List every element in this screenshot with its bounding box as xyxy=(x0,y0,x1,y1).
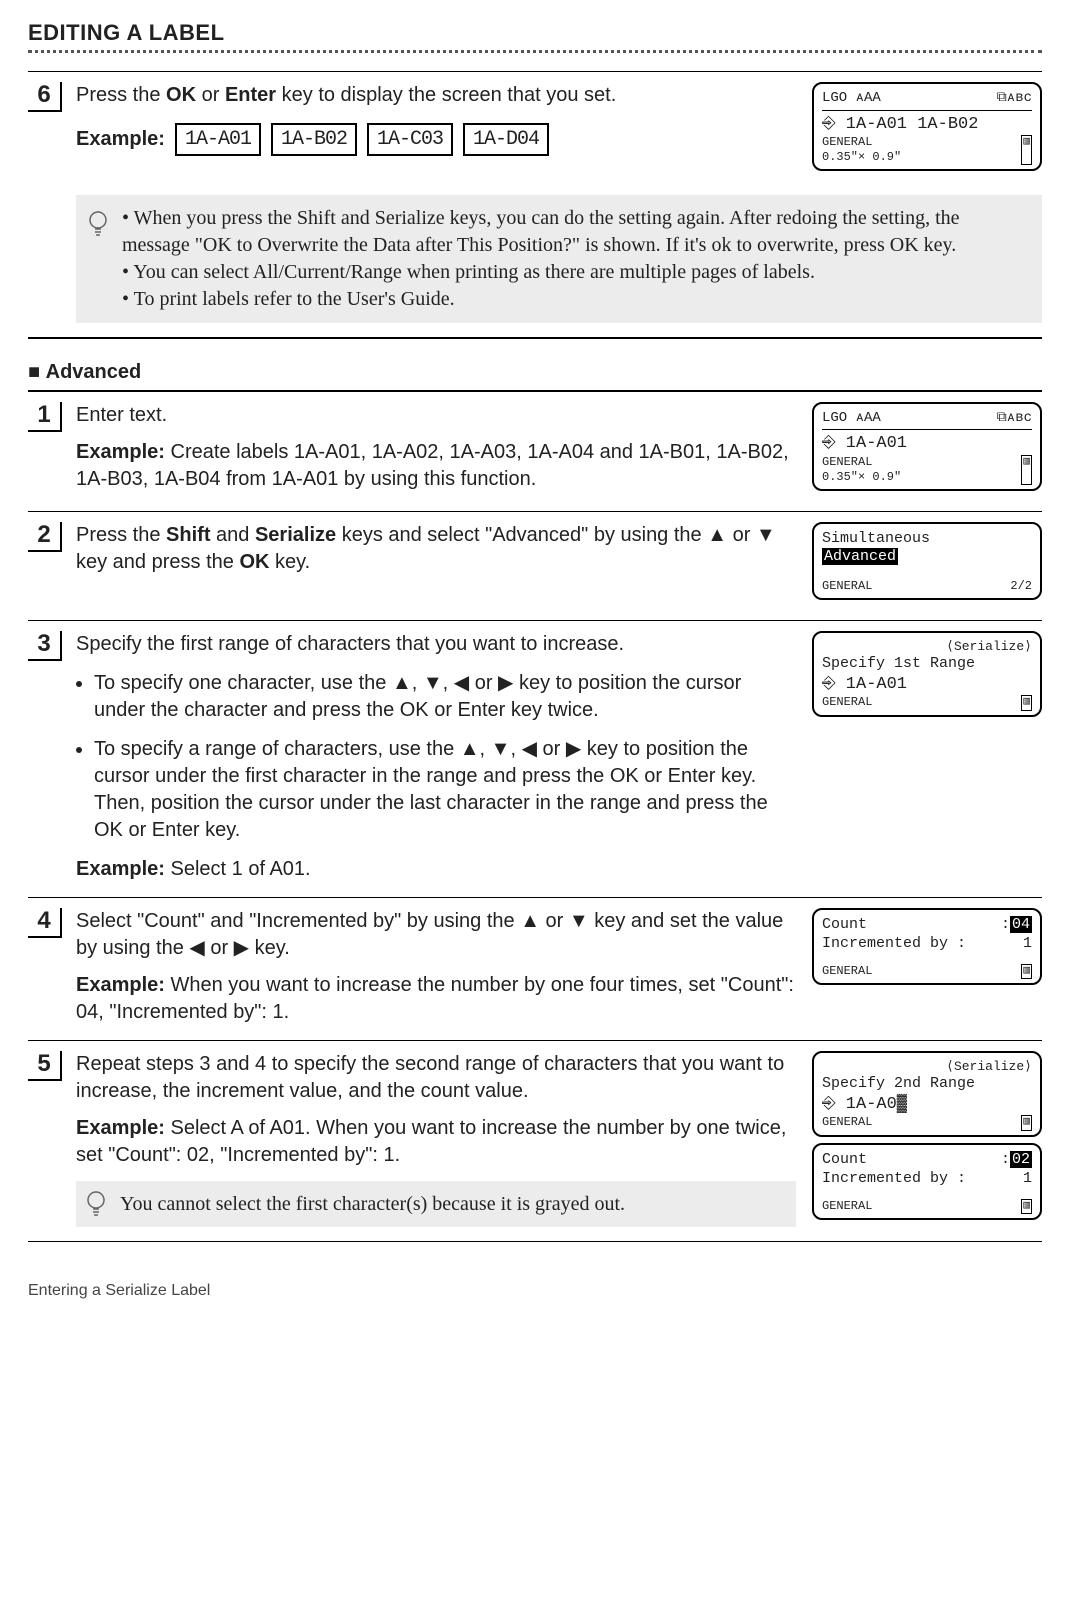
example-text: Example: Select A of A01. When you want … xyxy=(76,1115,796,1169)
lcd-screenshot: LGO ᴀAA ⧉ᴀʙᴄ ⎆ 1A-A01 1A-B02 GENERAL0.35"… xyxy=(812,82,1042,177)
divider xyxy=(28,1241,1042,1242)
lightbulb-icon xyxy=(86,209,110,239)
lcd-mid: ⎆ 1A-A01 xyxy=(822,433,1032,454)
lcd-top-right: ⟨Serialize⟩ xyxy=(822,639,1032,655)
lcd-line: Specify 1st Range xyxy=(822,655,1032,674)
lcd-top-left: LGO ᴀAA xyxy=(822,90,881,108)
page-footer: Entering a Serialize Label xyxy=(28,1282,1042,1300)
example-text: Example: Create labels 1A-A01, 1A-A02, 1… xyxy=(76,439,796,493)
lcd-screenshot: ⟨Serialize⟩ Specify 1st Range ⎆ 1A-A01 G… xyxy=(812,631,1042,723)
tip-list: When you press the Shift and Serialize k… xyxy=(122,205,1028,313)
label-chip: 1A-D04 xyxy=(463,123,549,156)
step-instruction: Select "Count" and "Incremented by" by u… xyxy=(76,908,796,962)
lightbulb-icon xyxy=(84,1189,108,1219)
step-number: 3 xyxy=(28,631,62,661)
lcd-screenshot: Count:04 Incremented by :1 GENERAL▥ xyxy=(812,908,1042,991)
lcd-bot: 2/2 xyxy=(1010,579,1032,594)
lcd-line: Incremented by : xyxy=(822,1170,966,1189)
step-number: 1 xyxy=(28,402,62,432)
bullet-item: To specify one character, use the ▲, ▼, … xyxy=(94,670,796,724)
step-instruction: Repeat steps 3 and 4 to specify the seco… xyxy=(76,1051,796,1105)
page-title: EDITING A LABEL xyxy=(28,20,1042,46)
step-1: 1 Enter text. Example: Create labels 1A-… xyxy=(28,392,1042,511)
step-number: 6 xyxy=(28,82,62,112)
label-chip: 1A-C03 xyxy=(367,123,453,156)
lcd-top-right: ⟨Serialize⟩ xyxy=(822,1059,1032,1075)
battery-icon: ▥ xyxy=(1021,135,1032,165)
example-label: Example: xyxy=(76,128,165,151)
lcd-value-selected: 02 xyxy=(1010,1151,1032,1168)
lcd-screenshot: LGO ᴀAA ⧉ᴀʙᴄ ⎆ 1A-A01 GENERAL0.35"× 0.9" ▥ xyxy=(812,402,1042,497)
battery-icon: ▥ xyxy=(1021,1199,1032,1215)
tip-item: You can select All/Current/Range when pr… xyxy=(122,259,1028,286)
battery-icon: ▥ xyxy=(1021,695,1032,711)
dotted-divider xyxy=(28,50,1042,53)
example-text: Example: Select 1 of A01. xyxy=(76,856,796,883)
lcd-top-right: ⧉ᴀʙᴄ xyxy=(997,90,1032,108)
bullet-item: To specify a range of characters, use th… xyxy=(94,736,796,844)
text: key to display the screen that you set. xyxy=(276,84,616,106)
lcd-value: 1 xyxy=(1023,935,1032,954)
lcd-bot: GENERAL xyxy=(822,135,872,149)
example-row: Example: 1A-A01 1A-B02 1A-C03 1A-D04 xyxy=(76,123,796,156)
lcd-bot: 0.35"× 0.9" xyxy=(822,470,901,484)
lcd-screenshot: Simultaneous Advanced GENERAL 2/2 xyxy=(812,522,1042,607)
lcd-top-left: LGO ᴀAA xyxy=(822,410,881,428)
step-5: 5 Repeat steps 3 and 4 to specify the se… xyxy=(28,1041,1042,1241)
example-text: Example: When you want to increase the n… xyxy=(76,972,796,1026)
lcd-line: Simultaneous xyxy=(822,530,1032,549)
step-instruction: Specify the first range of characters th… xyxy=(76,631,796,658)
advanced-header: ■ Advanced xyxy=(28,361,1042,384)
lcd-bot: GENERAL xyxy=(822,455,872,469)
text: Press the xyxy=(76,84,166,106)
step-6: 6 Press the OK or Enter key to display t… xyxy=(28,72,1042,337)
lcd-line: Count xyxy=(822,1151,867,1170)
lcd-value-selected: 04 xyxy=(1010,916,1032,933)
lcd-bot: GENERAL xyxy=(822,1115,872,1131)
step-4: 4 Select "Count" and "Incremented by" by… xyxy=(28,898,1042,1040)
battery-icon: ▥ xyxy=(1021,455,1032,485)
lcd-line: Specify 2nd Range xyxy=(822,1075,1032,1094)
label-chip: 1A-B02 xyxy=(271,123,357,156)
lcd-screenshot-stack: ⟨Serialize⟩ Specify 2nd Range ⎆ 1A-A0▓ G… xyxy=(812,1051,1042,1226)
step-number: 2 xyxy=(28,522,62,552)
lcd-mid: ⎆ 1A-A0▓ xyxy=(822,1094,1032,1115)
key-ok: OK xyxy=(166,84,196,106)
step-instruction: Enter text. xyxy=(76,402,796,429)
tip-item: To print labels refer to the User's Guid… xyxy=(122,286,1028,313)
lcd-bot: 0.35"× 0.9" xyxy=(822,150,901,164)
step-instruction: Press the OK or Enter key to display the… xyxy=(76,82,796,109)
sub-bullets: To specify one character, use the ▲, ▼, … xyxy=(76,670,796,844)
lcd-line: Incremented by : xyxy=(822,935,966,954)
step-3: 3 Specify the first range of characters … xyxy=(28,621,1042,897)
lcd-mid: ⎆ 1A-A01 xyxy=(822,674,1032,695)
tip-box: When you press the Shift and Serialize k… xyxy=(76,195,1042,323)
step-number: 5 xyxy=(28,1051,62,1081)
lcd-mid: ⎆ 1A-A01 1A-B02 xyxy=(822,114,1032,135)
divider xyxy=(28,337,1042,339)
label-chip: 1A-A01 xyxy=(175,123,261,156)
lcd-line-selected: Advanced xyxy=(822,548,898,565)
lcd-bot: GENERAL xyxy=(822,964,872,980)
lcd-line: Count xyxy=(822,916,867,935)
lcd-bot: GENERAL xyxy=(822,1199,872,1215)
lcd-value: 1 xyxy=(1023,1170,1032,1189)
battery-icon: ▥ xyxy=(1021,964,1032,980)
step-2: 2 Press the Shift and Serialize keys and… xyxy=(28,512,1042,621)
key-enter: Enter xyxy=(225,84,276,106)
lcd-bot: GENERAL xyxy=(822,579,872,594)
tip-item: When you press the Shift and Serialize k… xyxy=(122,205,1028,259)
lcd-top-right: ⧉ᴀʙᴄ xyxy=(997,410,1032,428)
step-instruction: Press the Shift and Serialize keys and s… xyxy=(76,522,796,576)
text: or xyxy=(196,84,225,106)
tip-text: You cannot select the first character(s)… xyxy=(120,1191,625,1217)
tip-box: You cannot select the first character(s)… xyxy=(76,1181,796,1227)
lcd-bot: GENERAL xyxy=(822,695,872,711)
step-number: 4 xyxy=(28,908,62,938)
battery-icon: ▥ xyxy=(1021,1115,1032,1131)
